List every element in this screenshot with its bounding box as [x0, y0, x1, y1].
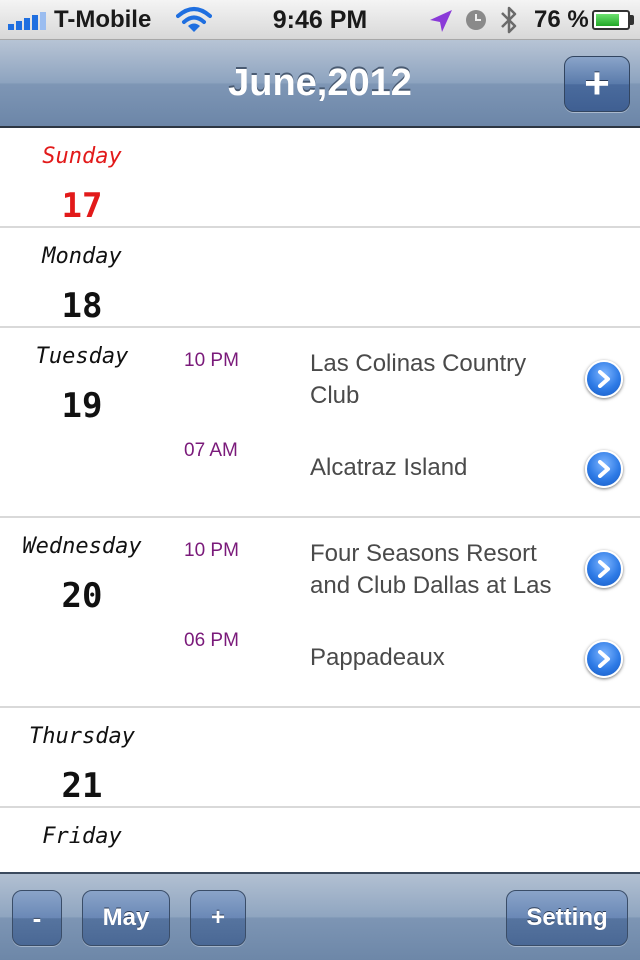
event-item[interactable]: 10 PM Four Seasons Resort and Club Dalla… [0, 518, 640, 608]
month-button[interactable]: May [82, 890, 170, 946]
battery-icon [592, 10, 630, 30]
event-time: 07 AM [184, 440, 238, 461]
event-time: 10 PM [184, 350, 239, 371]
event-item[interactable]: 06 PM Pappadeaux [0, 608, 640, 698]
previous-month-button[interactable]: - [12, 890, 62, 946]
day-number: 18 [61, 286, 103, 326]
event-time: 10 PM [184, 540, 239, 561]
day-name: Friday [42, 824, 122, 849]
page-title: June,2012 [228, 62, 412, 104]
event-item[interactable]: 10 PM Las Colinas Country Club [0, 328, 640, 418]
battery-percent: 76 % [534, 6, 589, 33]
event-detail-disclosure-button[interactable] [585, 550, 623, 588]
bottom-toolbar: - May + Setting [0, 872, 640, 960]
calendar-day-list[interactable]: Sunday 17 Monday 18 Tuesday 19 10 PM Las… [0, 128, 640, 872]
chevron-right-icon [598, 460, 610, 478]
battery-level-fill [596, 14, 619, 26]
day-number: 21 [61, 766, 103, 806]
day-row-sunday[interactable]: Sunday 17 [0, 128, 640, 228]
day-row-thursday[interactable]: Thursday 21 [0, 708, 640, 808]
event-detail-disclosure-button[interactable] [585, 640, 623, 678]
bluetooth-icon [501, 6, 517, 34]
day-row-monday[interactable]: Monday 18 [0, 228, 640, 328]
setting-button[interactable]: Setting [506, 890, 628, 946]
event-title: Alcatraz Island [310, 454, 468, 481]
chevron-right-icon [598, 370, 610, 388]
alarm-clock-icon [466, 10, 486, 30]
add-event-button[interactable]: + [564, 56, 630, 112]
chevron-right-icon [598, 650, 610, 668]
event-item[interactable]: 07 AM Alcatraz Island [0, 418, 640, 508]
event-title: Las Colinas Country Club [310, 350, 527, 409]
navigation-bar: June,2012 + [0, 40, 640, 128]
day-name: Thursday [29, 724, 135, 749]
day-number: 17 [61, 186, 103, 226]
location-arrow-icon [430, 10, 452, 32]
day-row-wednesday[interactable]: Wednesday 20 10 PM Four Seasons Resort a… [0, 518, 640, 708]
event-detail-disclosure-button[interactable] [585, 360, 623, 398]
event-detail-disclosure-button[interactable] [585, 450, 623, 488]
day-row-tuesday[interactable]: Tuesday 19 10 PM Las Colinas Country Clu… [0, 328, 640, 518]
next-month-button[interactable]: + [190, 890, 246, 946]
status-bar: T-Mobile 9:46 PM 76 % [0, 0, 640, 40]
chevron-right-icon [598, 560, 610, 578]
day-name: Sunday [42, 144, 122, 169]
battery-cap [630, 15, 634, 25]
event-title: Pappadeaux [310, 644, 445, 671]
event-title: Four Seasons Resort and Club Dallas at L… [310, 540, 552, 599]
event-time: 06 PM [184, 630, 239, 651]
day-row-friday[interactable]: Friday [0, 808, 640, 872]
day-name: Monday [42, 244, 122, 269]
